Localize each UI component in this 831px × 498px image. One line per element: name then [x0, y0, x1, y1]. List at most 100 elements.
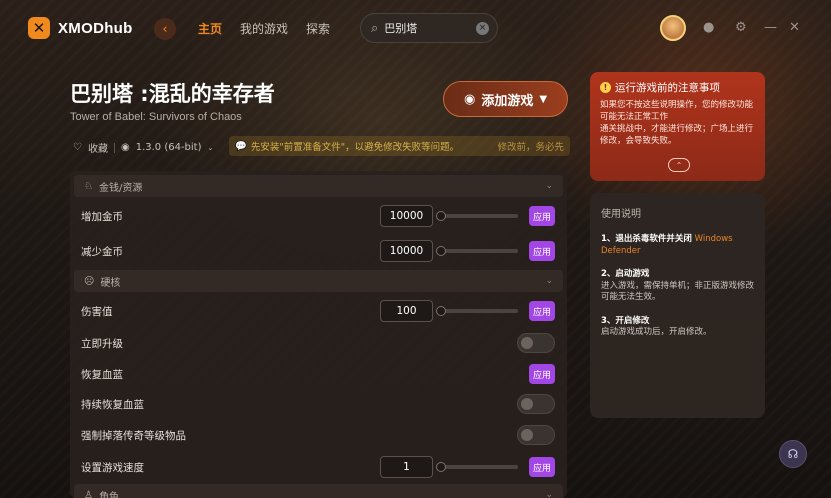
section-header-hardcore[interactable]: ☹ 硬核 ⌄ [74, 270, 563, 292]
cheat-label: 减少金币 [81, 245, 123, 258]
cheat-row: 恢复血蓝 应用 [70, 360, 567, 388]
chevron-down-icon: ⌄ [545, 181, 553, 191]
warning-card: ! 运行游戏前的注意事项 如果您不按这些说明操作，您的修改功能可能无法正常工作 … [590, 72, 765, 181]
apply-button[interactable]: 应用 [529, 241, 555, 261]
cheat-row: 设置游戏速度 1 应用 [70, 453, 567, 481]
cheat-row: 伤害值 100 应用 [70, 297, 567, 325]
xmod-logo-icon: ✕ [28, 17, 50, 39]
search-box: ⌕ × [360, 13, 498, 43]
skull-icon: ☹ [84, 275, 95, 287]
main-nav: 主页 我的游戏 探索 [198, 20, 330, 37]
value-input[interactable]: 10000 [380, 205, 433, 227]
chevron-down-icon: ⌄ [545, 276, 553, 286]
money-icon: ♘ [84, 180, 93, 192]
guide-step: 3、开启修改 启动游戏成功后，开启修改。 [601, 316, 754, 339]
value-slider[interactable] [436, 462, 518, 472]
cheat-panel: ♘ 金钱/资源 ⌄ 增加金币 10000 应用 减少金币 10000 应用 ☹ … [70, 171, 567, 498]
steam-icon: ◉ [463, 91, 476, 107]
toggle-knob [521, 429, 533, 441]
value-input[interactable]: 1 [380, 456, 433, 478]
game-title: 巴别塔 :混乱的幸存者 [70, 82, 275, 106]
guide-step: 1、退出杀毒软件并关闭 Windows Defender [601, 234, 754, 257]
cheat-label: 增加金币 [81, 210, 123, 223]
close-icon[interactable]: ✕ [789, 20, 800, 35]
step-title: 2、启动游戏 [601, 269, 650, 279]
section-label: 金钱/资源 [98, 182, 143, 194]
value-input[interactable]: 10000 [380, 240, 433, 262]
step-desc: 进入游戏，需保持单机；非正版游戏修改可能无法生效。 [601, 280, 755, 303]
cheat-label: 设置游戏速度 [81, 461, 144, 474]
chevron-down-icon[interactable]: ⌄ [208, 144, 214, 152]
step-desc: 启动游戏成功后，开启修改。 [601, 327, 712, 337]
cheat-label: 伤害值 [81, 305, 113, 318]
steam-version-icon: ◉ [120, 142, 130, 153]
heart-icon[interactable]: ♡ [73, 142, 82, 153]
nav-explore[interactable]: 探索 [306, 20, 330, 37]
user-avatar[interactable] [660, 15, 686, 41]
version-select[interactable]: 1.3.0 (64-bit) [136, 142, 202, 153]
warning-body: 如果您不按这些说明操作，您的修改功能可能无法正常工作 通关挑战中，才能进行修改；… [600, 100, 754, 146]
apply-button[interactable]: 应用 [529, 301, 555, 321]
toggle-knob [521, 337, 533, 349]
prep-notice[interactable]: 💬 先安装"前置准备文件"，以避免修改失败等问题。 修改前，务必先 [229, 136, 570, 156]
guide-title: 使用说明 [601, 209, 641, 220]
chevron-down-icon: ⌄ [545, 490, 553, 498]
slider-handle[interactable] [436, 211, 446, 221]
chevron-up-icon[interactable]: ⌃ [668, 158, 690, 172]
notice-text: 先安装"前置准备文件"，以避免修改失败等问题。 [250, 142, 460, 153]
cheat-label: 强制掉落传奇等级物品 [81, 429, 186, 442]
app-logo[interactable]: ✕ XMODhub [28, 17, 133, 39]
slider-handle[interactable] [436, 462, 446, 472]
cheat-row: 减少金币 10000 应用 [70, 237, 567, 265]
value-slider[interactable] [436, 211, 518, 221]
cheat-label: 持续恢复血蓝 [81, 398, 144, 411]
app-name: XMODhub [58, 19, 133, 37]
section-label: 硬核 [100, 277, 121, 289]
warning-title-row: ! 运行游戏前的注意事项 [600, 80, 755, 95]
section-header-character[interactable]: ♙ 角色 ⌄ [74, 484, 563, 498]
settings-icon[interactable]: ⚙ [735, 20, 747, 35]
cheat-label: 恢复血蓝 [81, 368, 123, 381]
apply-button[interactable]: 应用 [529, 457, 555, 477]
warning-icon: ! [600, 82, 611, 93]
clear-search-icon[interactable]: × [476, 21, 489, 35]
section-header-money[interactable]: ♘ 金钱/资源 ⌄ [74, 175, 563, 197]
cheat-row: 持续恢复血蓝 [70, 390, 567, 418]
back-button[interactable]: ‹ [154, 18, 176, 40]
favorite-label[interactable]: 收藏 [88, 140, 108, 155]
notice-icon: 💬 [235, 140, 247, 152]
apply-button[interactable]: 应用 [529, 364, 555, 384]
cheat-row: 立即升级 [70, 329, 567, 357]
slider-handle[interactable] [436, 246, 446, 256]
add-game-button[interactable]: ◉ 添加游戏 ▼ [443, 81, 568, 117]
slider-handle[interactable] [436, 306, 446, 316]
guide-step: 2、启动游戏 进入游戏，需保持单机；非正版游戏修改可能无法生效。 [601, 269, 754, 304]
add-game-label: 添加游戏 [481, 93, 534, 109]
section-label: 角色 [98, 491, 119, 498]
toggle-switch[interactable] [517, 333, 555, 353]
nav-home[interactable]: 主页 [198, 20, 222, 37]
step-title: 1、退出杀毒软件并关闭 [601, 234, 692, 244]
warning-title: 运行游戏前的注意事项 [615, 82, 720, 94]
divider [113, 142, 115, 153]
usage-guide: 使用说明 1、退出杀毒软件并关闭 Windows Defender 2、启动游戏… [590, 193, 765, 418]
apply-button[interactable]: 应用 [529, 206, 555, 226]
value-input[interactable]: 100 [380, 300, 433, 322]
cheat-label: 立即升级 [81, 337, 123, 350]
character-icon: ♙ [84, 489, 93, 498]
toggle-switch[interactable] [517, 394, 555, 414]
toggle-switch[interactable] [517, 425, 555, 445]
search-icon: ⌕ [371, 20, 379, 36]
nav-my-games[interactable]: 我的游戏 [240, 20, 288, 37]
toggle-knob [521, 398, 533, 410]
value-slider[interactable] [436, 306, 518, 316]
notification-icon[interactable]: ● [703, 20, 714, 35]
cheat-row: 强制掉落传奇等级物品 [70, 421, 567, 449]
game-meta: ♡ 收藏 ◉ 1.3.0 (64-bit) ⌄ [73, 140, 213, 155]
value-slider[interactable] [436, 246, 518, 256]
minimize-icon[interactable]: — [764, 20, 777, 35]
search-input[interactable] [384, 21, 470, 35]
cheat-row: 增加金币 10000 应用 [70, 202, 567, 230]
chevron-down-icon: ▼ [539, 93, 548, 105]
headset-icon[interactable]: ☊ [779, 440, 807, 468]
